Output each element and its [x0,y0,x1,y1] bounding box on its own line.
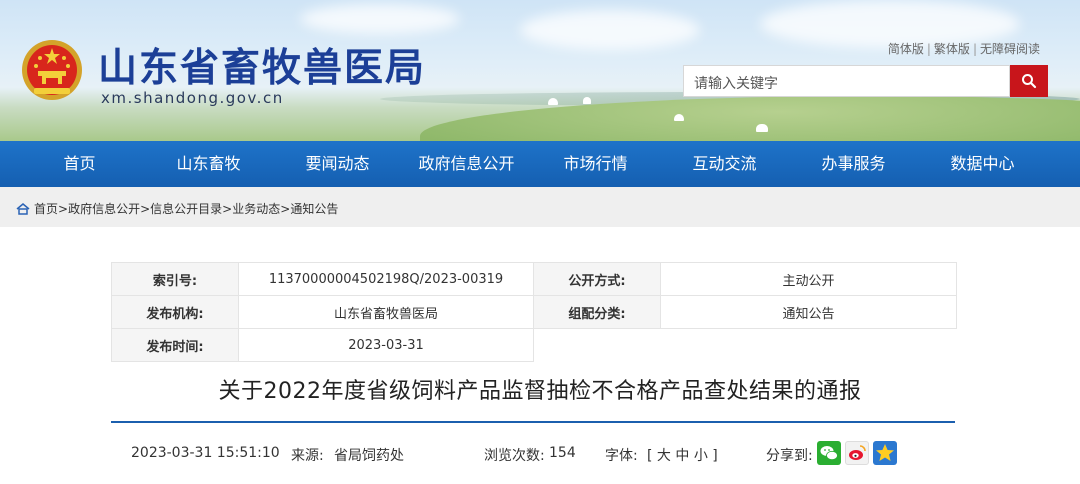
date-value: 2023-03-31 [238,328,534,362]
nav-home[interactable]: 首页 [15,141,144,187]
breadcrumb-notice[interactable]: 通知公告 [290,200,338,217]
method-label: 公开方式: [533,262,661,296]
site-title[interactable]: 山东省畜牧兽医局 [98,37,426,93]
breadcrumb-sep: > [280,201,291,216]
national-emblem [22,40,82,100]
index-value: 11370000004502198Q/2023-00319 [238,262,534,296]
publish-datetime: 2023-03-31 15:51:10 [131,445,280,461]
search-button[interactable] [1010,65,1048,97]
nav-interaction[interactable]: 互动交流 [660,141,789,187]
nav-market[interactable]: 市场行情 [531,141,660,187]
wechat-icon [820,446,838,461]
lang-links: 简体版 | 繁体版 | 无障碍阅读 [887,42,1040,56]
qzone-icon [876,444,894,461]
views-label: 浏览次数: [484,448,545,464]
font-size-controls: [ 大 中 小 ] [647,448,718,464]
nav-data-center[interactable]: 数据中心 [918,141,1047,187]
title-divider [111,421,955,423]
nav-shandong-livestock[interactable]: 山东畜牧 [144,141,273,187]
breadcrumb-home[interactable]: 首页 [34,200,58,217]
index-label: 索引号: [111,262,239,296]
share-label: 分享到: [766,448,813,464]
header-banner: 山东省畜牧兽医局 xm.shandong.gov.cn 简体版 | 繁体版 | 无障碍阅… [0,0,1080,141]
breadcrumb-sep: > [58,201,69,216]
views-count: 154 [549,445,576,461]
simplified-link[interactable]: 简体版 [888,42,924,56]
category-label: 组配分类: [533,295,661,329]
accessibility-link[interactable]: 无障碍阅读 [980,42,1040,56]
nav-news[interactable]: 要闻动态 [273,141,402,187]
font-medium[interactable]: 中 [675,448,689,464]
publisher-label: 发布机构: [111,295,239,329]
breadcrumb-business[interactable]: 业务动态 [232,200,280,217]
breadcrumb-sep: > [140,201,151,216]
weibo-share-button[interactable] [845,441,869,465]
meta-table: 索引号: 11370000004502198Q/2023-00319 公开方式:… [111,262,957,362]
traditional-link[interactable]: 繁体版 [934,42,970,56]
breadcrumb: 首页 > 政府信息公开 > 信息公开目录 > 业务动态 > 通知公告 [16,200,338,217]
category-value: 通知公告 [660,295,957,329]
publisher-value: 山东省畜牧兽医局 [238,295,534,329]
font-large[interactable]: 大 [657,448,671,464]
nav-services[interactable]: 办事服务 [789,141,918,187]
breadcrumb-gov-info[interactable]: 政府信息公开 [68,200,140,217]
breadcrumb-sep: > [222,201,233,216]
source-value: 省局饲药处 [334,448,404,464]
home-icon [16,202,30,215]
font-label: 字体: [605,448,638,464]
site-domain: xm.shandong.gov.cn [101,89,284,107]
source-label: 来源: [291,448,324,464]
article-title: 关于2022年度省级饲料产品监督抽检不合格产品查处结果的通报 [218,379,862,404]
main-nav: 首页 山东畜牧 要闻动态 政府信息公开 市场行情 互动交流 办事服务 数据中心 [0,141,1080,187]
qzone-share-button[interactable] [873,441,897,465]
date-label: 发布时间: [111,328,239,362]
breadcrumb-bar: 首页 > 政府信息公开 > 信息公开目录 > 业务动态 > 通知公告 [0,187,1080,227]
font-small[interactable]: 小 [694,448,708,464]
wechat-share-button[interactable] [817,441,841,465]
method-value: 主动公开 [660,262,957,296]
weibo-icon [849,445,866,460]
breadcrumb-catalog[interactable]: 信息公开目录 [150,200,222,217]
search-icon [1022,74,1037,89]
search-input[interactable]: 请输入关键字 [683,65,1010,97]
nav-gov-info[interactable]: 政府信息公开 [402,141,531,187]
